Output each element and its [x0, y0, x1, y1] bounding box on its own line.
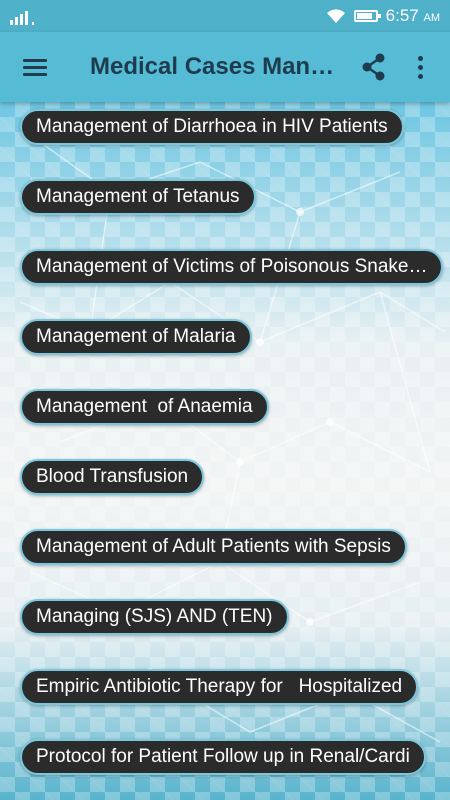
list-item[interactable]: Management of Anaemia [20, 389, 269, 425]
share-button[interactable] [358, 51, 390, 83]
menu-icon [23, 55, 47, 80]
list-item[interactable]: Management of Malaria [20, 319, 252, 355]
list-item[interactable]: Managing (SJS) AND (TEN) [20, 599, 289, 635]
battery-icon [353, 10, 381, 22]
list-item[interactable]: Management of Adult Patients with Sepsis [20, 529, 407, 565]
list-item[interactable]: Management of Diarrhoea in HIV Patients [20, 109, 404, 145]
wifi-icon [326, 9, 345, 23]
status-bar: 6:57 AM [0, 0, 450, 32]
list-item[interactable]: Management of Tetanus [20, 179, 256, 215]
list-item[interactable]: Blood Transfusion [20, 459, 205, 495]
menu-button[interactable] [0, 32, 70, 102]
clock: 6:57 AM [385, 6, 440, 25]
app-title: Medical Cases Man… [90, 53, 335, 80]
list-item[interactable]: Empiric Antibiotic Therapy for Hospitali… [20, 669, 419, 705]
more-options-button[interactable] [408, 51, 432, 83]
signal-icon [10, 7, 34, 25]
share-icon [362, 53, 385, 81]
case-list: Management of Diarrhoea in HIV Patients … [0, 102, 450, 800]
list-item[interactable]: Protocol for Patient Follow up in Renal/… [20, 739, 426, 775]
app-bar: Medical Cases Man… [0, 32, 450, 102]
more-vert-icon [417, 55, 423, 61]
list-item[interactable]: Management of Victims of Poisonous Snake… [20, 249, 444, 285]
